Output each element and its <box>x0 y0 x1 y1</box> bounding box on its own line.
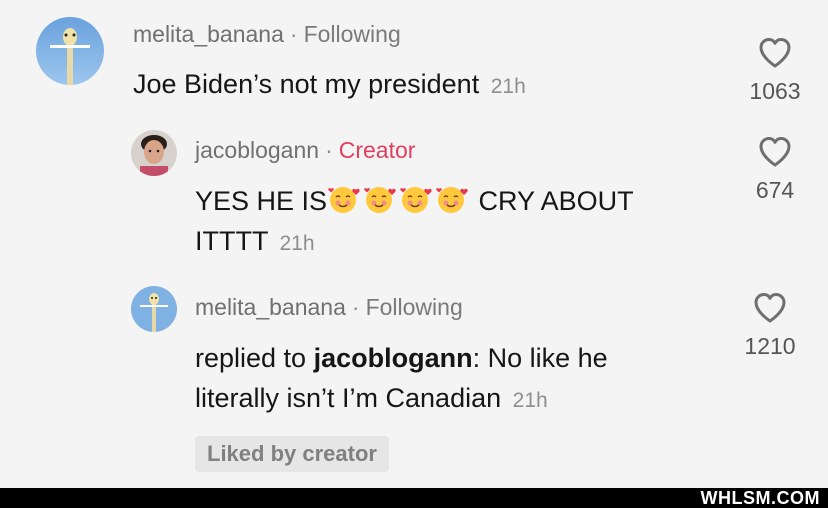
comment-thread: melita_banana · Following Joe Biden’s not … <box>0 0 828 488</box>
following-tag: Following <box>365 294 463 320</box>
like-count: 1210 <box>744 333 796 359</box>
comment-body-line2: literally isn’t I’m Canadian <box>195 383 502 413</box>
like-count: 674 <box>755 177 795 203</box>
comment-text: Joe Biden’s not my president 21h <box>133 64 693 107</box>
like-button[interactable]: 1210 <box>740 292 800 360</box>
smiling-face-with-hearts-icon <box>435 184 469 214</box>
comment-text: replied to jacoblogann: No like he litera… <box>195 338 715 421</box>
comment-text: YES HE IS CRY ABOUT ITTTT 21h <box>195 181 715 264</box>
separator: · <box>289 21 298 47</box>
avatar[interactable] <box>131 130 177 176</box>
comment-body: Joe Biden’s not my president <box>133 69 480 99</box>
timestamp: 21h <box>512 389 548 412</box>
avatar[interactable] <box>131 286 177 332</box>
smiling-face-with-hearts-icon <box>327 184 361 214</box>
username[interactable]: melita_banana <box>133 21 284 47</box>
watermark: WHLSM.COM <box>700 488 820 508</box>
liked-by-creator-badge: Liked by creator <box>195 436 389 472</box>
comment-body-continued: CRY ABOUT <box>471 186 634 216</box>
comment-header: melita_banana · Following <box>195 294 463 321</box>
timestamp: 21h <box>490 75 526 98</box>
smiling-face-with-hearts-icon <box>399 184 433 214</box>
heart-outline-icon[interactable] <box>758 136 792 167</box>
smiling-face-with-hearts-icon <box>363 184 397 214</box>
mention-link[interactable]: jacoblogann <box>314 343 473 373</box>
replied-prefix: replied to <box>195 343 314 373</box>
comment-body: YES HE IS <box>195 186 328 216</box>
heart-outline-icon[interactable] <box>753 292 787 323</box>
like-count: 1063 <box>749 78 801 104</box>
heart-outline-icon[interactable] <box>758 37 792 68</box>
following-tag: Following <box>303 21 401 47</box>
comment-body: : No like he <box>472 343 608 373</box>
timestamp: 21h <box>279 232 315 255</box>
like-button[interactable]: 1063 <box>745 37 805 105</box>
like-button[interactable]: 674 <box>745 136 805 204</box>
watermark-bar: WHLSM.COM <box>0 488 828 508</box>
username[interactable]: jacoblogann <box>195 137 319 163</box>
separator: · <box>325 137 333 163</box>
comment-header: jacoblogann · Creator <box>195 137 415 164</box>
separator: · <box>351 294 360 320</box>
avatar[interactable] <box>36 17 104 85</box>
username[interactable]: melita_banana <box>195 294 346 320</box>
creator-tag: Creator <box>338 137 416 163</box>
comment-header: melita_banana · Following <box>133 21 401 48</box>
comment-body-line2: ITTTT <box>195 226 268 256</box>
